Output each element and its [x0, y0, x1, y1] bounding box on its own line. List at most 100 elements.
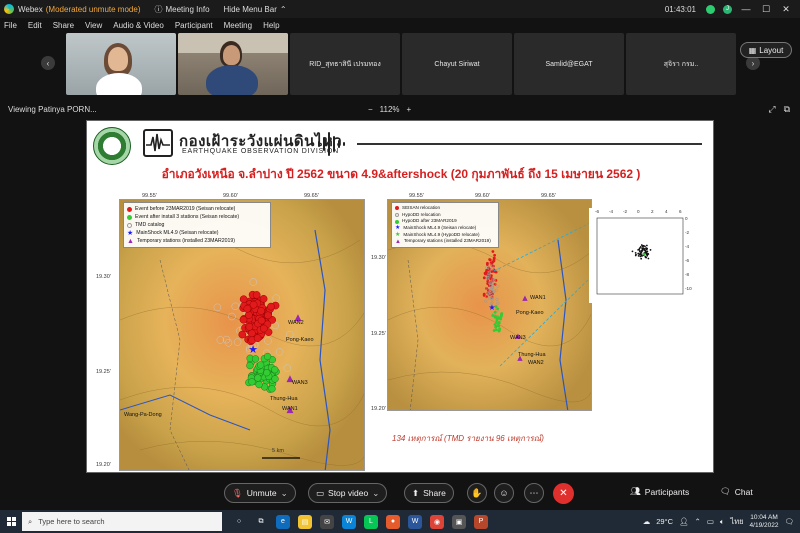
raise-hand-icon[interactable]: ✋	[467, 483, 487, 503]
red-event-marker	[249, 300, 258, 309]
green-event-marker	[268, 385, 276, 393]
inset-event-marker	[645, 247, 648, 249]
participant-tile[interactable]: Chayut Siriwat	[402, 33, 512, 95]
hide-menu-bar-label: Hide Menu Bar	[223, 4, 277, 14]
participant-face	[223, 45, 240, 65]
tmd-event-marker	[231, 302, 240, 311]
network-icon[interactable]: ▭	[707, 517, 714, 526]
menu-view[interactable]: View	[85, 21, 102, 30]
inset-tick-label: 6	[679, 209, 682, 214]
share-button[interactable]: ⬆ Share	[404, 483, 454, 503]
zoom-control: − 112% +	[368, 105, 411, 114]
line-icon[interactable]: L	[364, 514, 378, 529]
app-icon[interactable]: ▣	[452, 514, 466, 529]
close-icon[interactable]: ✕	[780, 4, 792, 15]
app-icon[interactable]: ●	[386, 514, 400, 529]
tmd-event-marker	[213, 303, 222, 312]
edge-icon[interactable]: e	[276, 514, 290, 529]
taskbar-search[interactable]: ⌕ Type here to search	[22, 512, 222, 531]
word-icon[interactable]: W	[408, 514, 422, 529]
file-explorer-icon[interactable]: ▤	[298, 514, 312, 529]
slide-title: อำเภอวังเหนือ จ.ลำปาง ปี 2562 ขนาด 4.9&a…	[161, 167, 641, 181]
mic-muted-icon: 🎙︎	[232, 487, 243, 498]
place-label: WAN1	[282, 406, 298, 412]
taskbar-clock[interactable]: 10:04 AM 4/19/2022	[750, 514, 779, 529]
legend-label: HypoDD after 23MAR2019	[402, 218, 457, 224]
inset-tick-label: 0	[637, 209, 640, 214]
chat-button[interactable]: 🗨︎ Chat	[720, 486, 753, 497]
reactions-icon[interactable]: ☺	[494, 483, 514, 503]
green-event-marker	[248, 378, 256, 386]
red-event-marker	[257, 316, 266, 325]
participants-label: Participants	[644, 486, 690, 497]
red-event-marker	[239, 295, 248, 304]
title-bar: Webex (Moderated unmute mode) ⓘ Meeting …	[0, 0, 800, 18]
task-view-icon[interactable]: ⧉	[254, 515, 268, 529]
popout-icon[interactable]: ⧉	[784, 104, 790, 115]
menu-meeting[interactable]: Meeting	[224, 21, 252, 30]
cortana-icon[interactable]: ○	[232, 515, 246, 529]
chevron-up-icon[interactable]: ⌃	[695, 517, 701, 526]
participant-tile-video-1[interactable]	[66, 33, 176, 95]
menu-file[interactable]: File	[4, 21, 17, 30]
start-button[interactable]	[0, 510, 22, 533]
participant-name: Samlid@EGAT	[545, 60, 593, 68]
minimize-icon[interactable]: —	[740, 4, 752, 14]
zoom-out-button[interactable]: −	[368, 105, 373, 114]
green-event-marker	[271, 375, 279, 383]
inset-tick-label: -6	[595, 209, 600, 214]
menu-participant[interactable]: Participant	[175, 21, 213, 30]
inset-event-marker	[647, 257, 650, 260]
red-event-marker	[267, 302, 275, 311]
depth-inset-plot: ★ -6 -4 -2 0 2 4 6 0 -2 -4 -6 -8 -10	[589, 208, 694, 303]
stop-video-button[interactable]: ▭ Stop video ⌄	[308, 483, 388, 503]
chrome-icon[interactable]: ◉	[430, 514, 444, 529]
inset-tick-label: -4	[609, 209, 614, 214]
inset-tick-label: -2	[623, 209, 628, 214]
tick-label: 19.20'	[371, 406, 386, 412]
legend-item: HypoDD after 23MAR2019	[395, 218, 495, 225]
language-indicator[interactable]: ไทย	[730, 516, 743, 528]
more-options-icon[interactable]: ⋯	[524, 483, 544, 503]
chevron-right-icon[interactable]: ›	[746, 56, 760, 70]
weather-temp[interactable]: 29°C	[656, 517, 673, 526]
mail-icon[interactable]: ✉	[320, 514, 334, 529]
meeting-info-button[interactable]: ⓘ Meeting Info	[154, 4, 209, 15]
legend-item: ★ MainShock ML4.9 (Seisan relocate)	[127, 229, 267, 237]
menu-share[interactable]: Share	[53, 21, 74, 30]
menu-bar: File Edit Share View Audio & Video Parti…	[0, 18, 800, 32]
avatar[interactable]: J	[723, 4, 732, 14]
connection-status-icon	[706, 4, 715, 14]
zoom-in-button[interactable]: +	[407, 105, 412, 114]
menu-audio-video[interactable]: Audio & Video	[113, 21, 164, 30]
participant-tile[interactable]: Samlid@EGAT	[514, 33, 624, 95]
grey-ring-icon	[395, 212, 399, 217]
webex-taskbar-icon[interactable]: W	[342, 514, 356, 529]
notifications-icon[interactable]: 🗨︎	[784, 517, 794, 526]
inset-tick-label: -6	[685, 258, 690, 263]
leave-meeting-button[interactable]: ✕	[553, 483, 574, 504]
maximize-icon[interactable]: ☐	[760, 4, 772, 15]
legend-item: Event before 23MAR2019 (Seisan relocate)	[127, 205, 267, 213]
expand-icon[interactable]: ⤢	[768, 104, 775, 115]
participants-button[interactable]: 👥︎ Participants	[630, 486, 689, 497]
menu-help[interactable]: Help	[263, 21, 279, 30]
hide-menu-bar-button[interactable]: Hide Menu Bar ⌃	[224, 5, 290, 14]
place-label: Wang-Pa-Dong	[124, 412, 162, 418]
legend-label: TMD catalog	[135, 222, 165, 229]
legend-label: SEISAN relocation	[402, 205, 441, 210]
layout-button[interactable]: ▦ Layout	[740, 42, 792, 58]
powerpoint-icon[interactable]: P	[474, 514, 488, 529]
participant-tile-video-2[interactable]	[178, 33, 288, 95]
chevron-left-icon[interactable]: ‹	[41, 56, 55, 70]
green-dot-icon	[127, 214, 132, 220]
participant-tile[interactable]: สุจิรา กรม..	[626, 33, 736, 95]
unmute-button[interactable]: 🎙︎ Unmute ⌄	[224, 483, 296, 503]
participant-tile[interactable]: RID_สุทธาสินี เปรมทอง	[290, 33, 400, 95]
legend-label: MainShock ML4.9 (Seisan relocate)	[403, 224, 477, 230]
tick-label: 19.30'	[96, 274, 111, 280]
people-icon[interactable]: 👤︎	[679, 517, 689, 526]
menu-edit[interactable]: Edit	[28, 21, 42, 30]
volume-icon[interactable]: 🔈︎	[720, 517, 725, 527]
red-event-marker	[259, 324, 268, 333]
